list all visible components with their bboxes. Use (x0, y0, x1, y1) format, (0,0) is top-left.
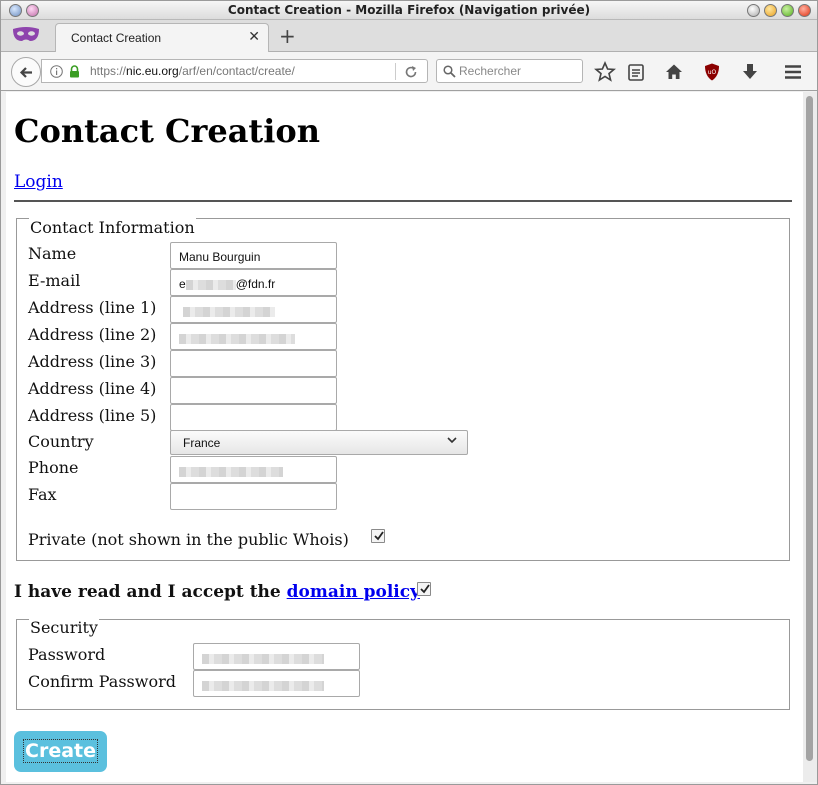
vertical-scrollbar[interactable] (803, 92, 817, 782)
address-line-3-input[interactable] (170, 350, 337, 377)
address-line-4-label: Address (line 4) (28, 379, 157, 398)
window-minimize-button[interactable] (764, 4, 777, 17)
address-line-3-label: Address (line 3) (28, 352, 157, 371)
page-content: Contact Creation Login Contact Informati… (6, 92, 803, 782)
policy-statement: I have read and I accept the domain poli… (14, 582, 420, 602)
menu-hamburger-icon[interactable] (782, 61, 804, 83)
policy-text: I have read and I accept the (14, 582, 287, 602)
url-path: /arf/en/contact/create/ (178, 64, 295, 78)
security-fieldset (16, 619, 790, 710)
browser-window: Contact Creation - Mozilla Firefox (Navi… (0, 0, 818, 785)
confirm-password-input[interactable] (193, 670, 360, 697)
ublock-shield-icon[interactable]: uO (701, 61, 723, 83)
country-select[interactable]: France (170, 430, 468, 455)
password-input[interactable] (193, 643, 360, 670)
url-text[interactable]: https://nic.eu.org/arf/en/contact/create… (90, 64, 295, 78)
tab-contact-creation[interactable]: Contact Creation ✕ (55, 23, 269, 52)
address-line-2-input[interactable] (170, 323, 337, 350)
reading-list-icon[interactable] (625, 61, 647, 83)
fax-label: Fax (28, 485, 57, 504)
address-line-2-label: Address (line 2) (28, 325, 157, 344)
redacted-text (202, 680, 324, 691)
email-prefix: e (179, 277, 186, 291)
back-button[interactable] (11, 57, 41, 87)
search-bar[interactable]: Rechercher (436, 59, 583, 83)
policy-checkbox[interactable] (417, 582, 431, 596)
private-checkbox[interactable] (371, 529, 385, 543)
window-maximize-button[interactable] (781, 4, 794, 17)
window-sticky-button[interactable] (747, 4, 760, 17)
url-host: nic.eu.org (126, 64, 179, 78)
fax-input[interactable] (170, 483, 337, 510)
contact-information-legend: Contact Information (29, 218, 196, 237)
address-line-5-input[interactable] (170, 404, 337, 431)
private-label: Private (not shown in the public Whois) (28, 530, 349, 549)
name-value: Manu Bourguin (179, 250, 261, 264)
window-close-button[interactable] (798, 4, 811, 17)
phone-label: Phone (28, 458, 79, 477)
name-label: Name (28, 244, 77, 263)
phone-input[interactable] (170, 456, 337, 483)
tab-label: Contact Creation (71, 31, 162, 45)
country-label: Country (28, 432, 94, 451)
security-legend: Security (29, 618, 99, 637)
search-placeholder: Rechercher (459, 64, 522, 78)
download-icon[interactable] (739, 61, 761, 83)
redacted-text (179, 333, 295, 344)
email-suffix: @fdn.fr (235, 277, 276, 291)
lock-icon (70, 65, 79, 78)
new-tab-button[interactable]: + (279, 24, 296, 48)
navigation-toolbar: https://nic.eu.org/arf/en/contact/create… (1, 52, 817, 91)
domain-policy-link[interactable]: domain policy (287, 582, 420, 602)
login-link[interactable]: Login (14, 172, 63, 192)
address-line-1-input[interactable] (170, 296, 337, 323)
info-icon[interactable] (50, 65, 63, 78)
checkmark-icon (374, 531, 384, 541)
address-line-1-label: Address (line 1) (28, 298, 157, 317)
svg-text:uO: uO (708, 69, 717, 76)
private-browsing-mask-icon (13, 27, 39, 41)
search-icon (443, 65, 456, 78)
create-button-label: Create (23, 739, 98, 763)
bookmark-star-icon[interactable] (594, 61, 616, 83)
redacted-text (183, 306, 275, 317)
country-value: France (183, 436, 221, 450)
tab-bar: Contact Creation ✕ + (1, 20, 817, 52)
create-button[interactable]: Create (14, 731, 107, 772)
window-title: Contact Creation - Mozilla Firefox (Navi… (227, 3, 591, 17)
home-icon[interactable] (663, 61, 685, 83)
password-label: Password (28, 645, 106, 664)
address-line-4-input[interactable] (170, 377, 337, 404)
chevron-down-icon (447, 437, 457, 444)
checkmark-icon (420, 584, 430, 594)
divider (14, 200, 792, 202)
url-scheme: https:// (90, 64, 127, 78)
redacted-text (179, 466, 283, 477)
scrollbar-thumb[interactable] (806, 96, 813, 761)
address-line-5-label: Address (line 5) (28, 406, 157, 425)
name-input[interactable]: Manu Bourguin (170, 242, 337, 269)
back-arrow-icon (19, 67, 32, 78)
close-tab-icon[interactable]: ✕ (248, 29, 260, 45)
email-label: E-mail (28, 271, 81, 290)
confirm-password-label: Confirm Password (28, 672, 176, 691)
redacted-text (202, 653, 324, 664)
email-input[interactable]: e @fdn.fr (170, 269, 337, 296)
title-bar: Contact Creation - Mozilla Firefox (Navi… (1, 1, 817, 20)
url-bar[interactable]: https://nic.eu.org/arf/en/contact/create… (41, 59, 428, 83)
url-divider (395, 63, 396, 80)
page-title: Contact Creation (14, 112, 320, 150)
redacted-text (185, 279, 236, 290)
reload-icon[interactable] (404, 65, 418, 79)
